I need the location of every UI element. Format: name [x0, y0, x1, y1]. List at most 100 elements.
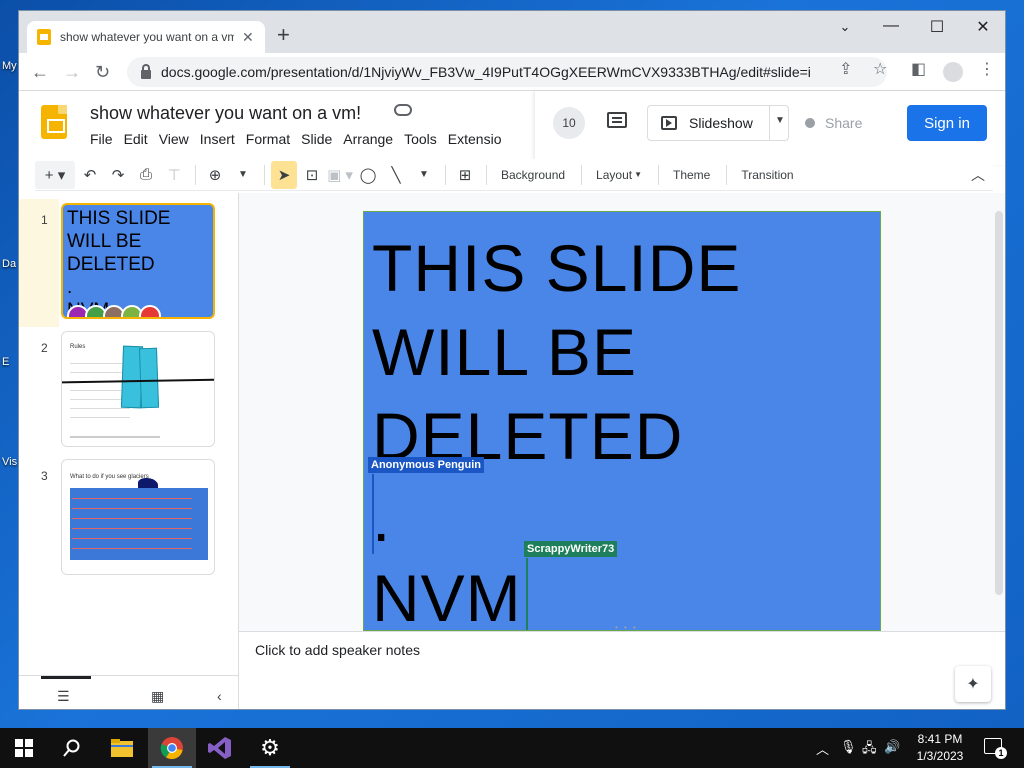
- document-title[interactable]: show whatever you want on a vm!: [90, 103, 361, 124]
- filmstrip-footer: ☰ ▦ ‹: [19, 675, 239, 709]
- start-button[interactable]: [0, 728, 48, 768]
- menu-file[interactable]: File: [90, 131, 121, 147]
- file-explorer-button[interactable]: [98, 728, 146, 768]
- network-icon[interactable]: 🖧: [862, 739, 877, 761]
- speaker-notes-panel[interactable]: Click to add speaker notes ✦: [239, 631, 1005, 709]
- thumb-1-dot: .: [67, 277, 73, 298]
- menu-slide[interactable]: Slide: [301, 131, 340, 147]
- slide-filmstrip: 1 THIS SLIDE WILL BE DELETED . NVM 2 Rul…: [19, 193, 239, 709]
- search-icon: [63, 739, 80, 757]
- reload-icon[interactable]: ↻: [95, 62, 110, 82]
- lock-icon: [141, 63, 151, 79]
- browser-window: show whatever you want on a vm ✕ + ⌄ — ☐…: [18, 10, 1006, 710]
- show-hidden-icons-chevron-icon[interactable]: ︿: [816, 739, 829, 758]
- layout-label: Layout: [596, 167, 633, 182]
- line-dropdown-icon[interactable]: ▼: [411, 161, 437, 189]
- desktop-icon-label-3[interactable]: E: [2, 356, 9, 368]
- add-comment-icon[interactable]: ⊞: [452, 161, 478, 189]
- menu-extensions[interactable]: Extensio: [448, 131, 510, 147]
- slide-title-text[interactable]: THIS SLIDE WILL BE DELETED . NVM: [372, 226, 742, 630]
- collaborator-cursor-scrappy: [526, 558, 528, 630]
- notification-center-icon[interactable]: 1: [984, 738, 1007, 759]
- clock-time: 8:41 PM: [917, 732, 963, 746]
- new-tab-button[interactable]: +: [277, 24, 290, 46]
- minimize-button[interactable]: —: [871, 17, 911, 35]
- image-icon[interactable]: ▣ ▾: [327, 161, 353, 189]
- sign-in-button[interactable]: Sign in: [907, 105, 987, 141]
- slide-thumbnail-3[interactable]: What to do if you see glaciers: [61, 459, 215, 575]
- collapse-toolbar-icon[interactable]: ︿: [965, 161, 991, 189]
- comment-history-icon[interactable]: [607, 112, 627, 128]
- desktop-icon-label-1[interactable]: My: [2, 60, 17, 72]
- desktop-icon-label-4[interactable]: Vis: [2, 456, 17, 468]
- zoom-dropdown-icon[interactable]: ▼: [230, 161, 256, 189]
- folder-icon: [111, 739, 133, 757]
- transition-button[interactable]: Transition: [733, 161, 801, 189]
- share-button[interactable]: Share: [805, 105, 887, 141]
- layout-button[interactable]: Layout ▼: [588, 161, 650, 189]
- side-panel-icon[interactable]: ◧: [911, 59, 926, 79]
- grid-view-icon[interactable]: ▦: [151, 688, 164, 705]
- close-tab-icon[interactable]: ✕: [242, 29, 254, 46]
- slideshow-button[interactable]: Slideshow ▼: [647, 105, 789, 141]
- canvas-scrollbar[interactable]: [995, 211, 1003, 595]
- menu-bar: File Edit View Insert Format Slide Arran…: [90, 131, 512, 147]
- url-field[interactable]: docs.google.com/presentation/d/1NjviyWv_…: [127, 57, 887, 87]
- menu-tools[interactable]: Tools: [404, 131, 445, 147]
- print-icon[interactable]: ⎙: [133, 161, 159, 189]
- speaker-notes-placeholder[interactable]: Click to add speaker notes: [255, 642, 420, 658]
- settings-taskbar-button[interactable]: ⚙: [246, 728, 294, 768]
- volume-icon[interactable]: 🔊: [884, 739, 900, 755]
- paint-format-icon[interactable]: ⊤: [161, 161, 187, 189]
- line-icon[interactable]: ╲: [383, 161, 409, 189]
- new-slide-button[interactable]: + ▾: [35, 160, 75, 189]
- text-box-icon[interactable]: ⊡: [299, 161, 325, 189]
- slideshow-dropdown-icon[interactable]: ▼: [775, 115, 785, 126]
- explore-icon[interactable]: ✦: [955, 666, 991, 702]
- undo-icon[interactable]: ↶: [77, 161, 103, 189]
- chrome-menu-icon[interactable]: ⋮: [979, 59, 995, 79]
- visual-studio-button[interactable]: [196, 728, 244, 768]
- menu-insert[interactable]: Insert: [200, 131, 243, 147]
- microphone-icon[interactable]: 🎙: [840, 739, 857, 755]
- select-arrow-icon[interactable]: ➤: [271, 160, 297, 189]
- shape-icon[interactable]: ◯: [355, 161, 381, 189]
- tab-search-icon[interactable]: ⌄: [825, 19, 865, 35]
- bookmark-star-icon[interactable]: ☆: [873, 59, 887, 79]
- filmstrip-view-icon[interactable]: ☰: [57, 688, 70, 705]
- menu-view[interactable]: View: [159, 131, 197, 147]
- collaborator-label-scrappy: ScrappyWriter73: [524, 541, 618, 557]
- google-slides-logo-icon[interactable]: [41, 105, 67, 139]
- system-clock[interactable]: 8:41 PM 1/3/2023: [906, 731, 974, 765]
- slide-thumbnail-2[interactable]: Rules: [61, 331, 215, 447]
- slide-canvas[interactable]: THIS SLIDE WILL BE DELETED . NVM Anonymo…: [363, 211, 881, 631]
- share-page-icon[interactable]: ⇪: [839, 59, 852, 79]
- chrome-taskbar-button[interactable]: [148, 728, 196, 768]
- redo-icon[interactable]: ↷: [105, 161, 131, 189]
- thumb-3-lines: [72, 492, 192, 552]
- menu-edit[interactable]: Edit: [124, 131, 156, 147]
- forward-icon[interactable]: →: [63, 62, 81, 82]
- search-button[interactable]: [48, 728, 96, 768]
- theme-button[interactable]: Theme: [665, 161, 718, 189]
- background-button[interactable]: Background: [493, 161, 573, 189]
- toolbar-divider: [264, 164, 265, 185]
- title-line-1: THIS SLIDE: [372, 231, 742, 305]
- browser-tab[interactable]: show whatever you want on a vm ✕: [27, 21, 265, 53]
- windows-taskbar: ⚙ ︿ 🎙 🖧 🔊 8:41 PM 1/3/2023 1: [0, 728, 1024, 768]
- menu-arrange[interactable]: Arrange: [343, 131, 401, 147]
- desktop-icon-label-2[interactable]: Da: [2, 258, 16, 270]
- layout-caret-icon: ▼: [634, 170, 642, 179]
- slide-thumbnail-1[interactable]: THIS SLIDE WILL BE DELETED . NVM: [61, 203, 215, 319]
- cloud-status-icon[interactable]: [394, 104, 412, 116]
- menu-format[interactable]: Format: [246, 131, 298, 147]
- back-icon[interactable]: ←: [31, 62, 49, 82]
- hide-filmstrip-icon[interactable]: ‹: [217, 688, 222, 704]
- zoom-icon[interactable]: ⊕: [202, 161, 228, 189]
- profile-avatar-icon[interactable]: [943, 62, 963, 82]
- viewer-count-badge[interactable]: 10: [553, 107, 585, 139]
- maximize-button[interactable]: ☐: [917, 17, 957, 37]
- share-label: Share: [825, 115, 863, 131]
- close-window-button[interactable]: ✕: [963, 17, 1003, 37]
- url-text: docs.google.com/presentation/d/1NjviyWv_…: [161, 64, 811, 80]
